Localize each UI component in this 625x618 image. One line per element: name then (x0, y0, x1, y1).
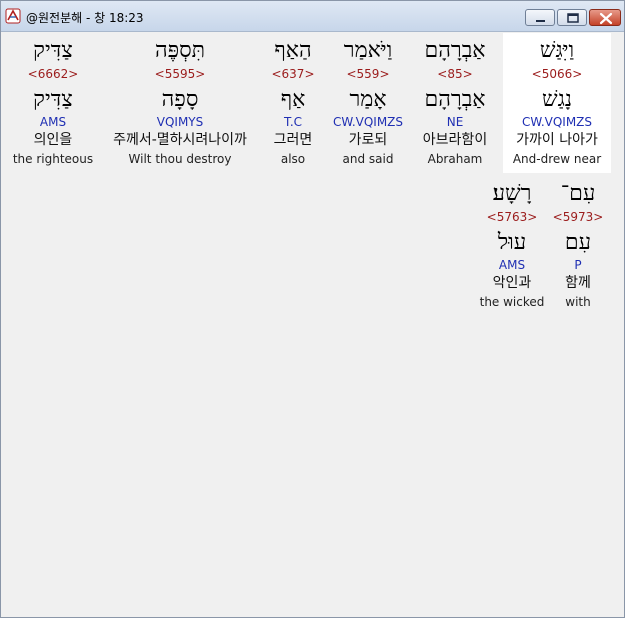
word-cell[interactable]: וַיֹּאמַר <559> אָמַר CW.VQIMZS 가로되 and … (327, 33, 409, 173)
hebrew-surface-form: צַדִּיק (33, 38, 73, 63)
morphology-code: T.C (283, 115, 303, 129)
maximize-icon (567, 13, 579, 23)
strongs-number[interactable]: <559> (327, 67, 409, 81)
minimize-icon (536, 20, 545, 22)
hebrew-lemma: אָמַר (349, 87, 387, 112)
morphology-code: VQIMYS (156, 115, 204, 129)
word-cell[interactable]: עִם־ <5973> עִם P 함께 with (548, 176, 608, 316)
strongs-number[interactable]: <85> (411, 67, 499, 81)
korean-gloss: 그러면 (273, 132, 313, 148)
hebrew-lemma: סָפָה (161, 87, 199, 112)
hebrew-surface-form: הַאַף (274, 38, 312, 63)
hebrew-lemma: אַף (280, 87, 306, 112)
hebrew-surface-form: וַיִּגַּשׁ (539, 38, 575, 63)
morphology-code: AMS (498, 258, 526, 272)
title-bar[interactable]: @원전분해 - 창 18:23 (1, 1, 624, 32)
strongs-number[interactable]: <5763> (477, 210, 547, 224)
morphology-code: NE (446, 115, 464, 129)
strongs-number[interactable]: <637> (262, 67, 324, 81)
word-cell[interactable]: רָשָׁע׃ <5763> עוּל AMS 악인과 the wicked (477, 176, 547, 316)
hebrew-lemma: נָגַשׁ (542, 87, 572, 112)
close-icon (599, 12, 613, 25)
word-cell[interactable]: תִּסְפֶּה <5595> סָפָה VQIMYS 주께서-멸하시려나이… (102, 33, 258, 173)
hebrew-surface-form: עִם־ (560, 181, 596, 206)
strongs-number[interactable]: <5066> (503, 67, 611, 81)
strongs-number[interactable]: <5973> (548, 210, 608, 224)
morphology-code: P (574, 258, 582, 272)
hebrew-lemma: צַדִּיק (33, 87, 73, 112)
english-gloss: Wilt thou destroy (128, 152, 232, 166)
hebrew-lemma: אַבְרָהָם (424, 87, 486, 112)
morphology-code: CW.VQIMZS (332, 115, 404, 129)
hebrew-surface-form: רָשָׁע׃ (492, 181, 532, 206)
strongs-number[interactable]: <5595> (102, 67, 258, 81)
english-gloss: the wicked (479, 295, 545, 309)
hebrew-lemma: עִם (564, 230, 592, 255)
hebrew-surface-form: אַבְרָהָם (424, 38, 486, 63)
korean-gloss: 가까이 나아가 (516, 132, 598, 148)
english-gloss: Abraham (427, 152, 483, 166)
english-gloss: And-drew near (512, 152, 602, 166)
korean-gloss: 함께 (565, 275, 591, 291)
word-cell[interactable]: הַאַף <637> אַף T.C 그러면 also (262, 33, 324, 173)
minimize-button[interactable] (525, 9, 555, 26)
english-gloss: with (565, 295, 591, 309)
word-cell[interactable]: צַדִּיק <6662> צַדִּיק AMS 의인을 the right… (8, 33, 98, 173)
korean-gloss: 의인을 (33, 132, 73, 148)
korean-gloss: 아브라함이 (422, 132, 488, 148)
app-window: @원전분해 - 창 18:23 וַיִּגַּשׁ <5066> נָגַשׁ… (0, 0, 625, 618)
korean-gloss: 주께서-멸하시려나이까 (113, 132, 247, 148)
strongs-number[interactable]: <6662> (8, 67, 98, 81)
hebrew-surface-form: תִּסְפֶּה (154, 38, 206, 63)
morphology-code: CW.VQIMZS (521, 115, 593, 129)
app-icon (5, 8, 21, 24)
english-gloss: also (280, 152, 306, 166)
english-gloss: and said (342, 152, 394, 166)
hebrew-surface-form: וַיֹּאמַר (343, 38, 393, 63)
korean-gloss: 악인과 (492, 275, 532, 291)
hebrew-lemma: עוּל (497, 230, 527, 255)
maximize-button[interactable] (557, 9, 587, 26)
morphology-code: AMS (39, 115, 67, 129)
interlinear-panel: וַיִּגַּשׁ <5066> נָגַשׁ CW.VQIMZS 가까이 나… (4, 32, 621, 616)
window-title: @원전분해 - 창 18:23 (26, 11, 144, 25)
word-cell[interactable]: וַיִּגַּשׁ <5066> נָגַשׁ CW.VQIMZS 가까이 나… (503, 33, 611, 173)
close-button[interactable] (589, 9, 621, 26)
word-cell[interactable]: אַבְרָהָם <85> אַבְרָהָם NE 아브라함이 Abraha… (411, 33, 499, 173)
korean-gloss: 가로되 (348, 132, 388, 148)
english-gloss: the righteous (12, 152, 94, 166)
